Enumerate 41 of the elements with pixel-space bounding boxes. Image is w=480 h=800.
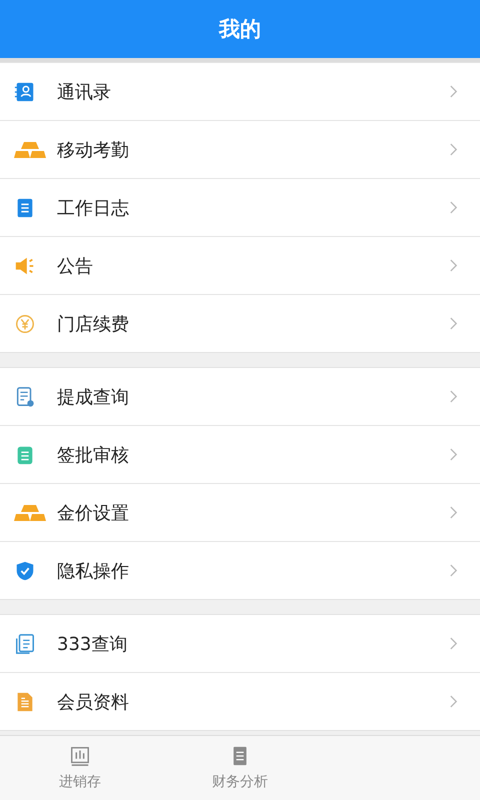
chevron-right-icon — [449, 505, 458, 520]
menu-item[interactable]: 333查询 — [0, 615, 480, 673]
chevron-right-icon — [449, 563, 458, 578]
menu-label: 工作日志 — [57, 196, 130, 220]
menu-item[interactable]: 金价设置 — [0, 484, 480, 542]
menu-label: 签批审核 — [57, 444, 130, 466]
documents-icon — [14, 632, 36, 654]
menu-label: 移动考勤 — [57, 138, 130, 162]
menu-label: 333查询 — [57, 632, 128, 656]
ingots-icon — [14, 140, 46, 160]
yen-coin-icon — [14, 312, 36, 334]
chevron-right-icon — [449, 258, 458, 273]
chevron-right-icon — [449, 200, 458, 215]
bar-chart-icon — [69, 745, 91, 767]
menu-item[interactable]: 通讯录 — [0, 63, 480, 121]
menu-item[interactable]: 隐私操作 — [0, 542, 480, 599]
chevron-right-icon — [449, 636, 458, 651]
page-title: 我的 — [219, 16, 261, 43]
menu-label: 公告 — [57, 254, 94, 278]
chevron-right-icon — [449, 316, 458, 331]
contact-book-icon — [14, 80, 36, 102]
ingots-icon — [14, 502, 46, 522]
menu-item[interactable]: 移动考勤 — [0, 121, 480, 179]
shield-check-icon — [14, 560, 36, 582]
menu-item[interactable]: 签批审核 — [0, 426, 480, 484]
menu-item[interactable]: 提成查询 — [0, 368, 480, 426]
menu-label: 提成查询 — [57, 386, 130, 408]
chevron-right-icon — [449, 389, 458, 404]
menu-label: 门店续费 — [57, 312, 130, 336]
chevron-right-icon — [449, 142, 458, 157]
chevron-right-icon — [449, 694, 458, 709]
menu-label: 金价设置 — [57, 502, 130, 524]
menu-label: 隐私操作 — [57, 560, 130, 582]
menu-item[interactable]: 公告 — [0, 237, 480, 295]
chevron-right-icon — [449, 84, 458, 99]
menu-item[interactable]: 会员资料 — [0, 673, 480, 730]
menu-item[interactable]: 门店续费 — [0, 295, 480, 352]
menu-label: 会员资料 — [57, 690, 130, 714]
chevron-right-icon — [449, 447, 458, 462]
menu-label: 通讯录 — [57, 80, 112, 104]
menu-item[interactable]: 工作日志 — [0, 179, 480, 237]
